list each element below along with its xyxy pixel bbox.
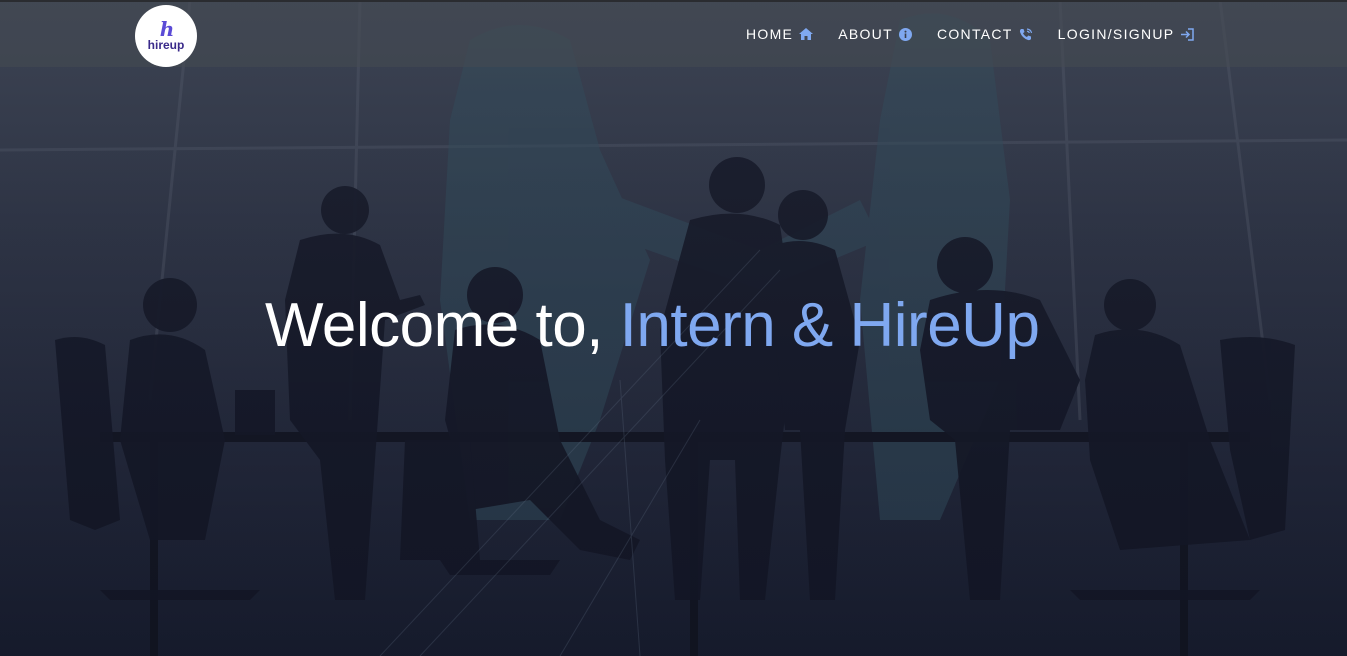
nav-about-label: ABOUT [838, 26, 893, 42]
hero-heading-highlight: Intern & HireUp [619, 291, 1040, 360]
nav-contact[interactable]: CONTACT [937, 26, 1033, 42]
nav-home-label: HOME [746, 26, 794, 42]
login-icon [1180, 27, 1195, 41]
hireup-logo[interactable]: h hireup [135, 5, 197, 67]
top-navbar: h hireup HOME ABOUT CONTACT LOGIN/SIGNUP [0, 0, 1347, 67]
nav-login-signup-label: LOGIN/SIGNUP [1057, 26, 1175, 42]
nav-contact-label: CONTACT [936, 26, 1013, 42]
logo-mark: h [159, 17, 174, 41]
info-icon [898, 27, 912, 41]
nav-home[interactable]: HOME [746, 26, 814, 42]
nav-login-signup[interactable]: LOGIN/SIGNUP [1058, 26, 1195, 42]
landing-page: h hireup HOME ABOUT CONTACT LOGIN/SIGNUP… [0, 0, 1347, 656]
phone-icon [1019, 27, 1033, 41]
hero-heading: Welcome to, Intern & HireUp [265, 290, 1040, 361]
hero-heading-prefix: Welcome to, [265, 291, 620, 360]
nav-about[interactable]: ABOUT [838, 26, 912, 42]
home-icon [799, 28, 814, 40]
nav-links: HOME ABOUT CONTACT LOGIN/SIGNUP [746, 26, 1219, 42]
logo-text: hireup [147, 38, 185, 52]
